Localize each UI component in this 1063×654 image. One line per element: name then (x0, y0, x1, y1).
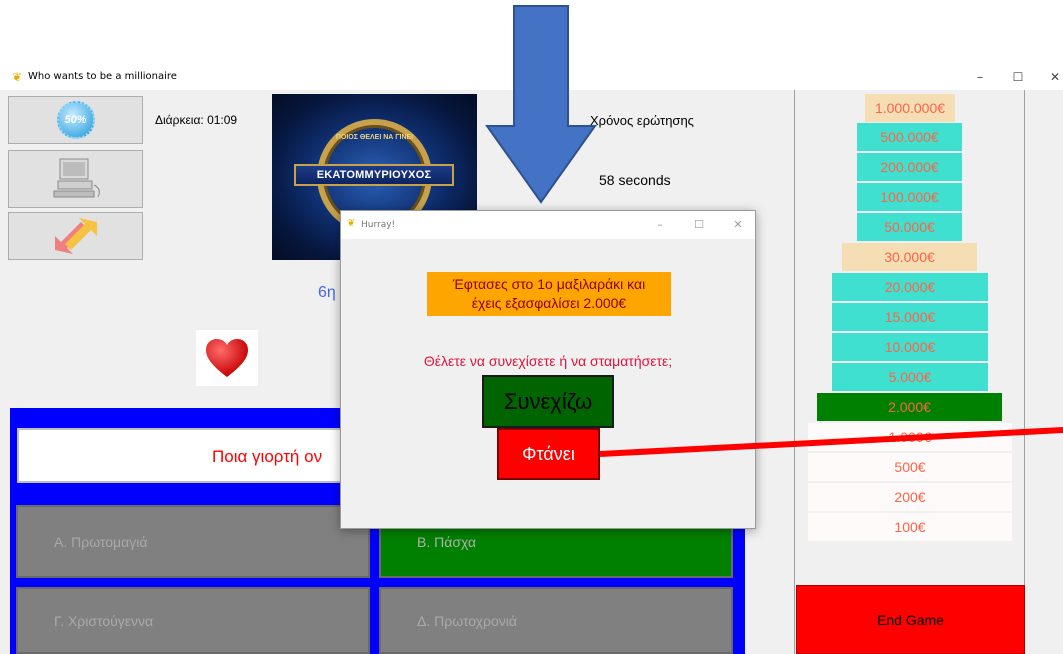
swap-arrows-icon (54, 218, 97, 254)
annotation-red-line (600, 427, 1063, 457)
stop-button[interactable]: Φτάνει (497, 428, 600, 480)
fifty-fifty-icon: 50% (56, 101, 95, 139)
continue-button[interactable]: Συνεχίζω (482, 375, 614, 428)
prize-level: 10.000€ (832, 333, 988, 361)
cushion-line-1: Έφτασες στο 1ο μαξιλαράκι και (452, 276, 646, 292)
prize-level: 30.000€ (842, 243, 977, 271)
answer-d-button[interactable]: Δ. Πρωτοχρονιά (379, 587, 733, 654)
question-text: Ποια γιορτή ον (212, 447, 323, 466)
dialog-titlebar: ❦ Hurray! – ☐ ✕ (341, 211, 755, 239)
prize-level: 200€ (808, 483, 1012, 511)
answer-a-button[interactable]: Α. Πρωτομαγιά (16, 505, 370, 578)
logo-top-text: ΠΟΙΟΣ ΘΕΛΕΙ ΝΑ ΓΙΝΕΙ (335, 134, 414, 141)
prize-level: 20.000€ (832, 273, 988, 301)
annotation-down-arrow (485, 5, 597, 204)
maximize-button[interactable]: ☐ (1003, 67, 1033, 87)
computer-icon (53, 158, 100, 198)
question-time-label: Χρόνος ερώτησης (590, 113, 694, 128)
cushion-line-2: έχεις εξασφαλίσει 2.000€ (471, 295, 627, 311)
logo-band-text: ΕΚΑΤΟΜΜΥΡΙΟΥΧΟΣ (294, 164, 454, 186)
app-icon: ❦ (12, 70, 23, 84)
close-button[interactable]: ✕ (1040, 67, 1063, 87)
ask-audience-button[interactable] (8, 150, 143, 208)
dialog-maximize-button[interactable]: ☐ (687, 216, 711, 234)
question-time-value: 58 seconds (599, 172, 671, 188)
prize-level: 5.000€ (832, 363, 988, 391)
duration-label: Διάρκεια: 01:09 (155, 113, 238, 127)
continue-prompt: Θέλετε να συνεχίσετε ή να σταματήσετε; (423, 353, 673, 369)
end-game-button[interactable]: End Game (796, 585, 1025, 654)
prize-level: 100€ (808, 513, 1012, 541)
switch-question-button[interactable] (8, 212, 143, 260)
prize-level: 15.000€ (832, 303, 988, 331)
prize-level: 1.000.000€ (865, 94, 955, 122)
dialog-minimize-button[interactable]: – (648, 216, 672, 234)
window-title: Who wants to be a millionaire (28, 71, 177, 82)
minimize-button[interactable]: – (965, 67, 995, 87)
prize-level: 50.000€ (857, 213, 962, 241)
prize-level: 500.000€ (857, 123, 962, 151)
fifty-fifty-button[interactable]: 50% (8, 96, 143, 144)
hurray-dialog: ❦ Hurray! – ☐ ✕ Έφτασες στο 1ο μαξιλαράκ… (340, 210, 756, 529)
dialog-close-button[interactable]: ✕ (726, 216, 750, 234)
heart-icon (196, 330, 258, 386)
dialog-title: Hurray! (361, 220, 396, 230)
answer-c-button[interactable]: Γ. Χριστούγεννα (16, 587, 370, 654)
prize-level: 200.000€ (857, 153, 962, 181)
prize-level: 100.000€ (857, 183, 962, 211)
dialog-app-icon: ❦ (347, 218, 356, 229)
cushion-message: Έφτασες στο 1ο μαξιλαράκι και έχεις εξασ… (427, 272, 671, 316)
question-number: 6η (318, 284, 336, 301)
screenshot-stage: ❦ Who wants to be a millionaire – ☐ ✕ 50… (0, 0, 1063, 654)
